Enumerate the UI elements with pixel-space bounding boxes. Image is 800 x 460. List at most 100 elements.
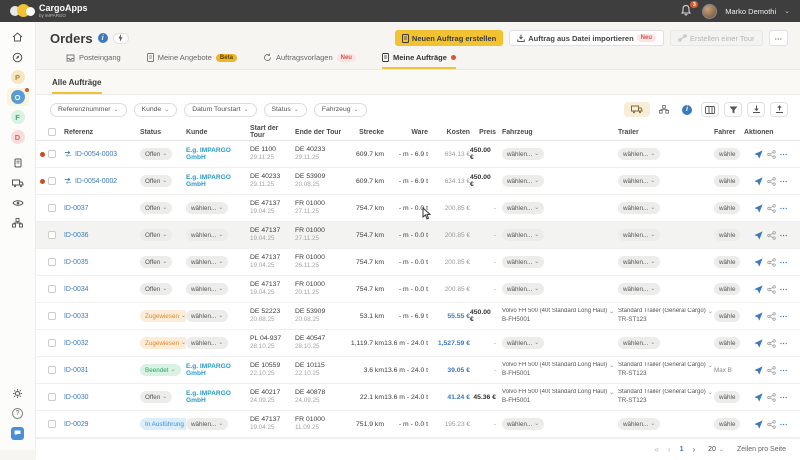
cost-value[interactable]: 1,527.59 € [438,340,470,347]
row-checkbox[interactable] [48,258,56,266]
vehicle-dropdown[interactable]: Volvo FH 500 (40t Standard Long Haul) ⌄ B… [502,308,614,324]
customer-link[interactable]: E.g. IMPARGO GmbH [186,390,250,404]
table-info-button[interactable]: i [678,102,696,117]
table-row[interactable]: ID-0029 In Ausführung⌄ wählen...⌄ DE 471… [36,411,800,438]
customer-link[interactable]: E.g. IMPARGO GmbH [186,147,250,161]
row-checkbox[interactable] [48,231,56,239]
vehicle-dropdown[interactable]: wählen... ⌄ [502,229,545,241]
status-dropdown[interactable]: Offen ⌄ [140,283,173,295]
subtab-alle-auftraege[interactable]: Alle Aufträge [52,78,102,94]
table-row[interactable]: ID-0034 Offen ⌄ wählen... ⌄ DE 47137 19.04.… [36,276,800,303]
table-row[interactable]: ID-0030 Offen⌄ E.g. IMPARGO GmbH ⌄ DE 40… [36,384,800,411]
columns-button[interactable] [701,102,719,117]
create-tour-button[interactable]: Erstellen einer Tour [670,30,763,46]
row-checkbox[interactable] [48,393,56,401]
send-icon[interactable] [753,230,763,240]
share-icon[interactable] [766,149,776,159]
share-icon[interactable] [766,284,776,294]
row-more-button[interactable]: ⋯ [780,177,789,186]
send-icon[interactable] [753,419,763,429]
vehicle-dropdown[interactable]: wählen... ⌄ [502,175,545,187]
vehicle-dropdown[interactable]: Volvo FH 500 (40t Standard Long Haul) ⌄ B… [502,362,614,378]
customer-dropdown[interactable]: wählen... ⌄ [186,229,229,241]
vehicle-dropdown[interactable]: wählen... ⌄ [502,202,545,214]
vehicle-dropdown[interactable]: wählen... ⌄ [502,418,545,430]
driver-dropdown[interactable]: wähle [714,283,741,295]
cost-value[interactable]: 200.85 € [445,259,470,266]
table-row[interactable]: ID-0032 Zugewiesen ⌄ wählen... ⌄ PL 04-937… [36,330,800,357]
row-checkbox[interactable] [48,312,56,320]
cost-value[interactable]: 634.13 € [445,151,470,158]
row-more-button[interactable]: ⋯ [780,285,789,294]
row-checkbox[interactable] [48,420,56,428]
row-checkbox[interactable] [48,204,56,212]
sidebar-item-app-o-active[interactable]: O [6,88,29,106]
customer-dropdown[interactable]: wählen... ⌄ [186,337,229,349]
status-dropdown[interactable]: Offen ⌄ [140,391,173,403]
order-id-link[interactable]: ID-0036 [64,232,89,239]
send-icon[interactable] [753,257,763,267]
download-button[interactable] [747,102,765,117]
sidebar-item-tracking[interactable] [7,194,29,212]
trailer-dropdown[interactable]: Standard Trailer (General Cargo) ⌄ TR-ST1… [618,308,713,324]
table-row[interactable]: ID-0031 Beendet⌄ E.g. IMPARGO GmbH ⌄ DE … [36,357,800,384]
send-icon[interactable] [753,203,763,213]
row-checkbox[interactable] [48,150,56,158]
status-dropdown[interactable]: Offen ⌄ [140,175,173,187]
app-logo[interactable]: CargoApps by IMPARGO [10,3,88,19]
order-id-link[interactable]: ID-0037 [64,205,89,212]
customer-dropdown[interactable]: wählen... ⌄ [186,283,229,295]
share-icon[interactable] [766,311,776,321]
table-row[interactable]: ID-0054-0002 Offen⌄ E.g. IMPARGO GmbH ⌄ … [36,168,800,195]
filter-datum-tourstart[interactable]: Datum Tourstart ⌄ [184,102,257,117]
sidebar-item-app-p[interactable]: P [7,68,29,86]
send-icon[interactable] [753,176,763,186]
table-row[interactable]: ID-0036 Offen ⌄ wählen... ⌄ DE 47137 19.04.… [36,222,800,249]
order-id-link[interactable]: ID-0054-0003 [75,151,117,158]
trailer-dropdown[interactable]: wählen... ⌄ [618,175,661,187]
vehicle-view-button[interactable] [624,102,650,117]
share-icon[interactable] [766,203,776,213]
row-more-button[interactable]: ⋯ [780,420,789,429]
cost-value[interactable]: 200.85 € [445,286,470,293]
sidebar-item-compass[interactable] [7,48,29,66]
vehicle-dropdown[interactable]: wählen... ⌄ [502,256,545,268]
customer-link[interactable]: E.g. IMPARGO GmbH [186,174,250,188]
cost-value[interactable]: 39.05 € [447,367,470,374]
trailer-dropdown[interactable]: wählen... ⌄ [618,229,661,241]
upload-button[interactable] [770,102,788,117]
status-dropdown[interactable]: In Ausführung⌄ [140,418,186,430]
driver-dropdown[interactable]: wähle [714,229,741,241]
sidebar-item-fleet[interactable] [7,174,29,192]
more-actions-button[interactable]: ⋯ [768,30,788,46]
cost-value[interactable]: 634.13 € [445,178,470,185]
share-icon[interactable] [766,365,776,375]
customer-dropdown[interactable]: wählen... ⌄ [186,256,229,268]
sidebar-item-journal[interactable] [7,154,29,172]
status-dropdown[interactable]: Zugewiesen ⌄ [140,337,186,349]
share-icon[interactable] [766,176,776,186]
order-id-link[interactable]: ID-0032 [64,340,89,347]
send-icon[interactable] [753,338,763,348]
status-dropdown[interactable]: Offen ⌄ [140,202,173,214]
driver-dropdown[interactable]: wähle [714,175,741,187]
table-row[interactable]: ID-0033 Zugewiesen ⌄ wählen... ⌄ DE 52223 2… [36,303,800,330]
grouping-view-button[interactable] [655,102,673,117]
table-row[interactable]: ID-0035 Offen ⌄ wählen... ⌄ DE 47137 19.04.… [36,249,800,276]
sidebar-item-chat[interactable] [7,424,29,442]
driver-dropdown[interactable]: wähle [714,148,741,160]
filter-fahrzeug[interactable]: Fahrzeug ⌄ [313,102,367,117]
driver-dropdown[interactable]: wähle [714,418,741,430]
send-icon[interactable] [753,365,763,375]
table-row[interactable]: ID-0054-0003 Offen⌄ E.g. IMPARGO GmbH ⌄ … [36,141,800,168]
trailer-dropdown[interactable]: wählen... ⌄ [618,337,661,349]
driver-dropdown[interactable]: wähle [714,202,741,214]
row-more-button[interactable]: ⋯ [780,258,789,267]
order-id-link[interactable]: ID-0030 [64,394,89,401]
trailer-dropdown[interactable]: Standard Trailer (General Cargo) ⌄ TR-ST1… [618,362,713,378]
order-id-link[interactable]: ID-0035 [64,259,89,266]
driver-dropdown[interactable]: wähle [714,310,741,322]
customer-dropdown[interactable]: wählen... ⌄ [186,418,229,430]
avatar[interactable] [702,3,718,19]
row-more-button[interactable]: ⋯ [780,231,789,240]
